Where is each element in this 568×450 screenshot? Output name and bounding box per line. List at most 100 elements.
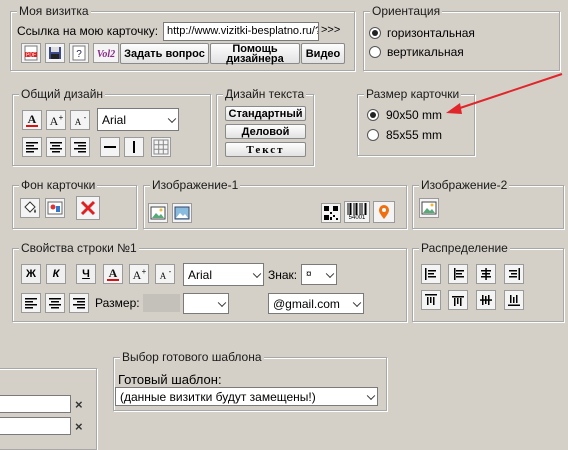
orientation-horizontal-radio[interactable]	[369, 27, 381, 39]
orientation-vertical-radio[interactable]	[369, 46, 381, 58]
ask-question-button[interactable]: Задать вопрос	[120, 43, 209, 64]
horizontal-line-icon[interactable]	[100, 137, 120, 157]
background-title: Фон карточки	[19, 178, 98, 192]
svg-text:A: A	[75, 117, 82, 127]
image-gallery-icon[interactable]	[172, 203, 192, 223]
dist-align-middle-icon[interactable]	[476, 290, 496, 310]
remove-field-2-icon[interactable]: ×	[75, 419, 83, 434]
image1-title: Изображение-1	[150, 178, 241, 192]
line-align-center-icon[interactable]	[45, 293, 65, 313]
text-design-title: Дизайн текста	[223, 87, 307, 101]
orientation-group: Ориентация	[363, 4, 560, 71]
font-increase-icon[interactable]: A +	[46, 110, 66, 130]
email-domain-value: @gmail.com	[273, 296, 340, 311]
paint-bucket-icon[interactable]	[20, 198, 40, 218]
insert-image2-icon[interactable]	[419, 198, 439, 218]
dist-align-center-left-icon[interactable]	[448, 264, 468, 284]
svg-text:A: A	[50, 114, 59, 127]
dist-align-middle-top-icon[interactable]	[448, 290, 468, 310]
line-font-select[interactable]: Arial	[183, 263, 264, 286]
designer-help-button[interactable]: Помощь дизайнера	[210, 43, 300, 64]
style-business-button[interactable]: Деловой	[225, 124, 306, 139]
line-align-right-icon[interactable]	[69, 293, 89, 313]
distribution-title: Распределение	[419, 241, 510, 255]
orientation-vertical-label: вертикальная	[387, 45, 464, 59]
style-text-button[interactable]: Текст	[225, 142, 306, 157]
red-arrow-annotation	[446, 73, 563, 114]
pdf-icon[interactable]: PDF	[21, 43, 41, 63]
line-align-left-icon[interactable]	[21, 293, 41, 313]
template-label: Готовый шаблон:	[118, 372, 222, 387]
barcode-icon[interactable]: 54001	[344, 201, 370, 223]
svg-text:-: -	[169, 267, 172, 276]
template-title: Выбор готового шаблона	[120, 350, 264, 364]
align-right-icon[interactable]	[70, 137, 90, 157]
svg-text:A: A	[160, 271, 167, 281]
grid-icon[interactable]	[151, 137, 171, 157]
line-font-value: Arial	[188, 267, 213, 282]
help-icon[interactable]: ?	[69, 43, 89, 63]
font-color-icon[interactable]: A	[22, 110, 42, 130]
size-90x50-label: 90x50 mm	[386, 108, 443, 122]
size-select[interactable]	[183, 293, 229, 314]
dist-align-top-icon[interactable]	[421, 290, 441, 310]
style-standard-button[interactable]: Стандартный	[225, 106, 306, 121]
size-90x50-radio[interactable]	[367, 109, 379, 121]
left-input-1[interactable]	[0, 395, 71, 413]
svg-text:+: +	[59, 113, 64, 122]
dist-align-center-icon[interactable]	[476, 264, 496, 284]
sign-value: ¤	[306, 269, 312, 280]
save-icon[interactable]	[45, 43, 65, 63]
left-input-2[interactable]	[0, 417, 71, 435]
orientation-horizontal-label: горизонтальная	[387, 26, 475, 40]
dist-align-left-icon[interactable]	[421, 264, 441, 284]
line-font-color-icon[interactable]: A	[103, 264, 123, 284]
underline-button[interactable]: Ч	[76, 264, 96, 284]
background-image-icon[interactable]	[45, 198, 65, 218]
image2-title: Изображение-2	[419, 178, 510, 192]
video-button[interactable]: Видео	[301, 43, 345, 64]
dist-align-bottom-icon[interactable]	[504, 290, 524, 310]
distribution-group: Распределение	[412, 241, 564, 322]
line-props-title: Свойства строки №1	[19, 241, 139, 255]
sign-label: Знак:	[268, 268, 298, 282]
general-font-value: Arial	[102, 112, 127, 127]
orientation-title: Ориентация	[370, 4, 443, 18]
email-domain-select[interactable]: @gmail.com	[268, 293, 364, 314]
svg-text:?: ?	[76, 49, 82, 60]
italic-button[interactable]: К	[46, 264, 66, 284]
template-select[interactable]: (данные визитки будут замещены!)	[115, 387, 378, 406]
svg-text:A: A	[109, 266, 118, 280]
line-font-increase-icon[interactable]: A +	[129, 264, 149, 284]
link-field[interactable]: http://www.vizitki-besplatno.ru/?s	[163, 22, 319, 41]
svg-text:A: A	[28, 112, 37, 126]
remove-background-icon[interactable]	[76, 196, 100, 220]
size-field[interactable]	[143, 294, 180, 312]
svg-text:Vol2: Vol2	[97, 49, 115, 60]
line-font-decrease-icon[interactable]: A-	[155, 264, 175, 284]
template-value: (данные визитки будут замещены!)	[120, 389, 316, 404]
font-decrease-icon[interactable]: A-	[70, 110, 90, 130]
link-label: Ссылка на мою карточку:	[17, 24, 159, 38]
size-85x55-label: 85x55 mm	[386, 128, 443, 142]
align-center-icon[interactable]	[46, 137, 66, 157]
bold-button[interactable]: Ж	[21, 264, 41, 284]
insert-image-icon[interactable]	[148, 203, 168, 223]
my-card-title: Моя визитка	[17, 4, 91, 18]
qr-code-icon[interactable]	[321, 203, 341, 223]
vk-icon[interactable]: Vol2	[93, 43, 119, 63]
dist-align-right-icon[interactable]	[504, 264, 524, 284]
svg-text:PDF: PDF	[26, 52, 36, 58]
svg-text:-: -	[84, 113, 87, 122]
size-label: Размер:	[95, 296, 140, 310]
barcode-number: 54001	[348, 215, 366, 221]
align-left-icon[interactable]	[22, 137, 42, 157]
vertical-line-icon[interactable]	[124, 137, 144, 157]
sign-select[interactable]: ¤	[301, 264, 337, 285]
general-font-select[interactable]: Arial	[97, 108, 179, 131]
svg-text:A: A	[133, 268, 142, 281]
location-icon[interactable]	[373, 201, 395, 223]
link-more[interactable]: >>>	[321, 24, 340, 36]
remove-field-1-icon[interactable]: ×	[75, 397, 83, 412]
size-85x55-radio[interactable]	[367, 129, 379, 141]
